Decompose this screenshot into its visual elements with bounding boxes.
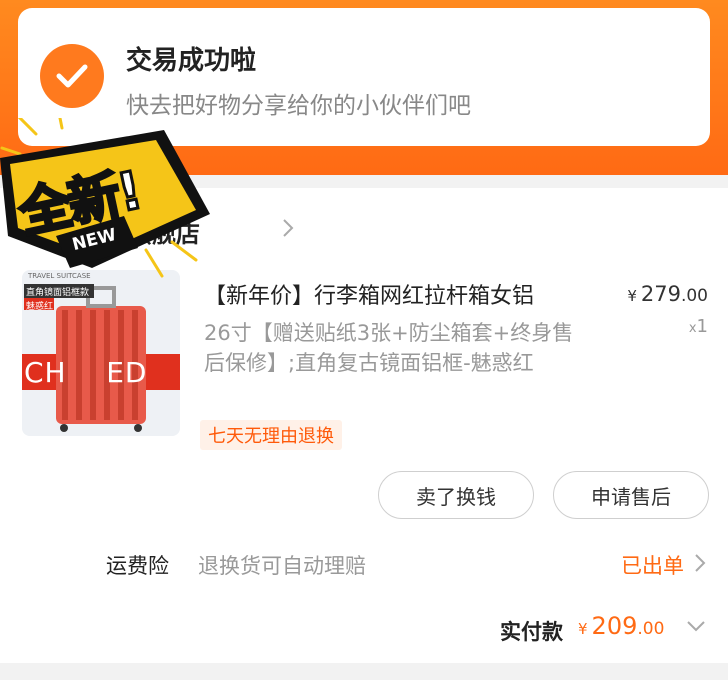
new-sticker: 全新! NEW <box>0 106 216 288</box>
price-currency: ¥ <box>627 287 637 305</box>
product-thumbnail[interactable]: TRAVEL SUITCASE 直角镜面铝框款 魅惑红 CH ED <box>22 270 180 436</box>
price-integer: 279 <box>640 282 681 306</box>
product-quantity: x1 <box>689 316 708 337</box>
qty-prefix: x <box>688 321 697 336</box>
chevron-down-icon[interactable] <box>686 620 706 632</box>
insurance-status[interactable]: 已出单 <box>621 550 684 580</box>
product-price: ¥279.00 <box>627 282 708 306</box>
sell-button[interactable]: 卖了换钱 <box>378 471 534 519</box>
status-subtitle: 快去把好物分享给你的小伙伴们吧 <box>126 93 471 119</box>
thumb-color-text: 魅惑红 <box>26 302 54 312</box>
after-sale-button[interactable]: 申请售后 <box>553 471 709 519</box>
return-policy-tag: 七天无理由退换 <box>200 420 342 450</box>
chevron-right-icon[interactable] <box>282 218 294 238</box>
check-circle-icon <box>40 44 104 108</box>
product-description: 26寸【赠送贴纸3张+防尘箱套+终身售后保修】;直角复古镜面铝框-魅惑红 <box>204 321 574 375</box>
paid-decimal: .00 <box>637 619 665 639</box>
status-title: 交易成功啦 <box>126 46 257 76</box>
insurance-label: 运费险 <box>106 554 169 578</box>
qty-value: 1 <box>696 316 708 337</box>
paid-currency: ¥ <box>578 620 588 638</box>
thumb-stripe-text: CH ED <box>24 356 148 389</box>
product-title[interactable]: 【新年价】行李箱网红拉杆箱女铝 <box>204 278 594 310</box>
price-decimal: .00 <box>680 286 708 306</box>
paid-integer: 209 <box>591 612 638 640</box>
paid-label: 实付款 <box>500 620 563 644</box>
insurance-description: 退换货可自动理赔 <box>198 554 366 578</box>
chevron-right-icon[interactable] <box>694 553 706 573</box>
paid-amount: ¥209.00 <box>578 612 664 640</box>
